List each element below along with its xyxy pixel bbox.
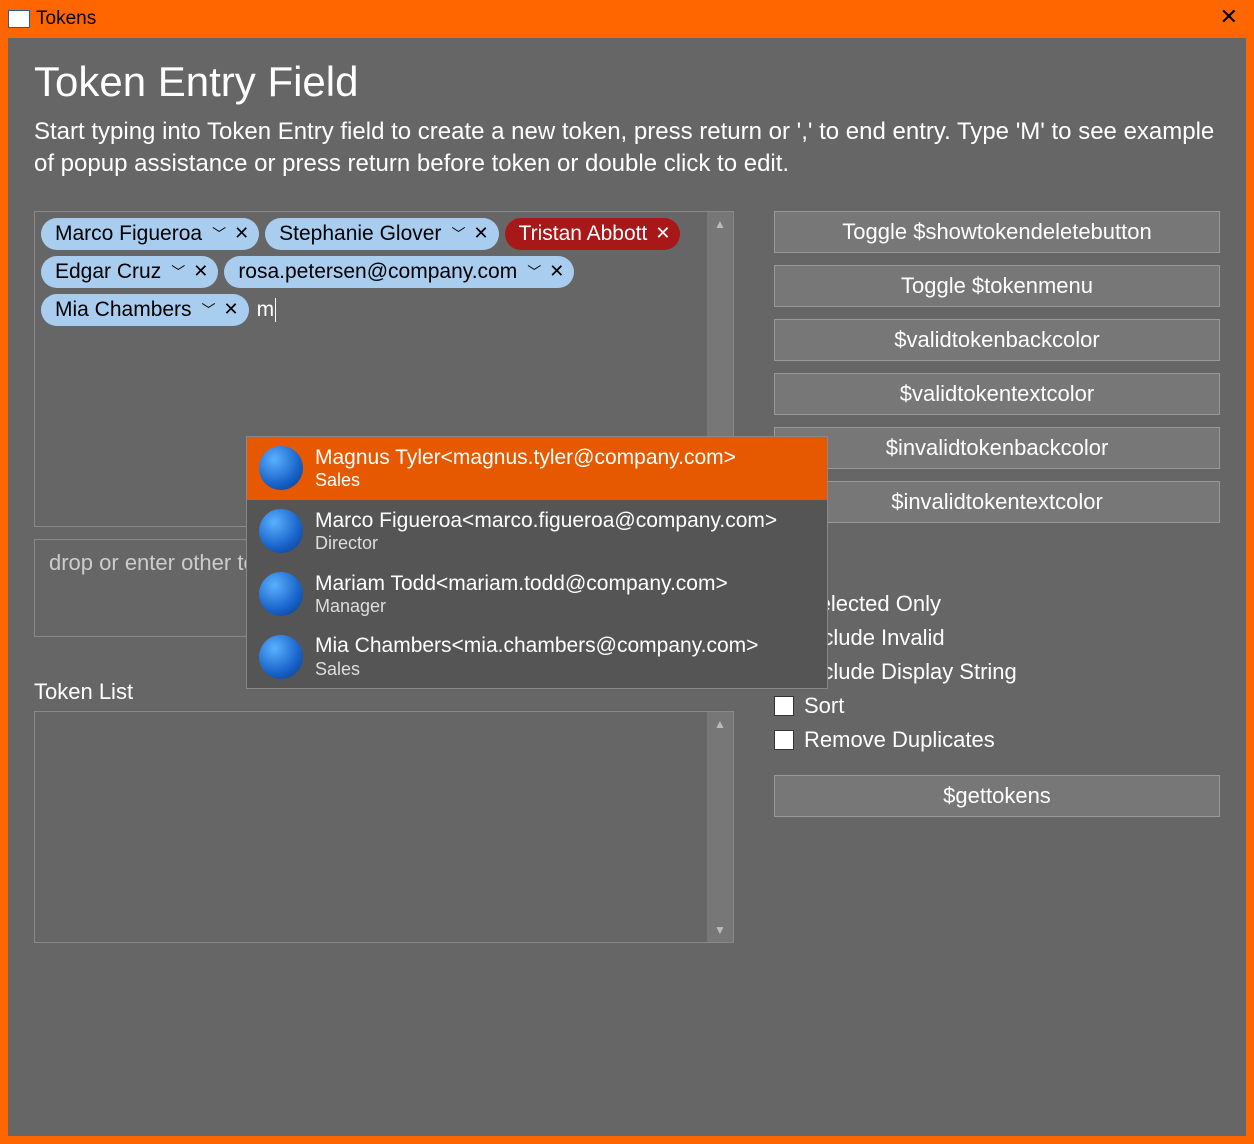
close-icon[interactable]: ✕: [549, 261, 564, 282]
text-cursor: [275, 298, 276, 322]
invalid-backcolor-button[interactable]: $invalidtokenbackcolor: [774, 427, 1220, 469]
option-include-invalid[interactable]: ✓ Include Invalid: [774, 625, 1220, 651]
valid-backcolor-button[interactable]: $validtokenbackcolor: [774, 319, 1220, 361]
close-icon[interactable]: ✕: [473, 223, 488, 244]
chevron-down-icon[interactable]: ﹀: [171, 262, 185, 282]
token-valid[interactable]: Mia Chambers ﹀ ✕: [41, 294, 249, 326]
token-label: rosa.petersen@company.com: [238, 260, 517, 284]
scroll-up-icon[interactable]: ▲: [707, 712, 733, 736]
token-label: Stephanie Glover: [279, 222, 441, 246]
autocomplete-item-role: Sales: [315, 470, 736, 492]
scroll-down-icon[interactable]: ▼: [707, 918, 733, 942]
token-label: Tristan Abbott: [519, 222, 648, 246]
invalid-textcolor-button[interactable]: $invalidtokentextcolor: [774, 481, 1220, 523]
close-icon[interactable]: ✕: [655, 223, 670, 244]
close-icon[interactable]: ✕: [193, 261, 208, 282]
option-label: Sort: [804, 693, 844, 719]
autocomplete-popup[interactable]: Magnus Tyler<magnus.tyler@company.com>Sa…: [246, 436, 828, 689]
window-frame: Tokens ✕ Token Entry Field Start typing …: [0, 0, 1254, 1144]
autocomplete-item[interactable]: Mia Chambers<mia.chambers@company.com>Sa…: [247, 625, 827, 688]
chevron-down-icon[interactable]: ﹀: [451, 224, 465, 244]
page-title: Token Entry Field: [34, 58, 1220, 106]
option-remove-duplicates[interactable]: Remove Duplicates: [774, 727, 1220, 753]
toggle-delete-button[interactable]: Toggle $showtokendeletebutton: [774, 211, 1220, 253]
autocomplete-item-name: Mariam Todd<mariam.todd@company.com>: [315, 571, 728, 596]
token-label: Edgar Cruz: [55, 260, 161, 284]
token-list-area[interactable]: ▲ ▼: [34, 711, 734, 943]
autocomplete-item-name: Marco Figueroa<marco.figueroa@company.co…: [315, 508, 777, 533]
option-selected-only[interactable]: Selected Only: [774, 591, 1220, 617]
token-valid[interactable]: rosa.petersen@company.com ﹀ ✕: [224, 256, 574, 288]
window-title: Tokens: [36, 8, 96, 30]
option-label: Remove Duplicates: [804, 727, 995, 753]
checkbox[interactable]: [774, 696, 794, 716]
autocomplete-item-name: Mia Chambers<mia.chambers@company.com>: [315, 633, 758, 658]
content-area: Token Entry Field Start typing into Toke…: [8, 38, 1246, 1136]
page-description: Start typing into Token Entry field to c…: [34, 116, 1220, 181]
avatar: [259, 635, 303, 679]
scrollbar[interactable]: ▲ ▼: [707, 712, 733, 942]
checkbox[interactable]: [774, 730, 794, 750]
scroll-up-icon[interactable]: ▲: [707, 212, 733, 236]
token-invalid[interactable]: Tristan Abbott ✕: [505, 218, 681, 250]
close-icon[interactable]: ✕: [234, 223, 249, 244]
autocomplete-item-role: Sales: [315, 659, 758, 681]
autocomplete-item-name: Magnus Tyler<magnus.tyler@company.com>: [315, 445, 736, 470]
token-label: Marco Figueroa: [55, 222, 202, 246]
option-include-display-string[interactable]: Include Display String: [774, 659, 1220, 685]
close-icon[interactable]: ✕: [224, 299, 239, 320]
toggle-menu-button[interactable]: Toggle $tokenmenu: [774, 265, 1220, 307]
chevron-down-icon[interactable]: ﹀: [527, 262, 541, 282]
options-panel: Selected Only ✓ Include Invalid Include …: [774, 591, 1220, 817]
avatar: [259, 572, 303, 616]
autocomplete-item[interactable]: Marco Figueroa<marco.figueroa@company.co…: [247, 500, 827, 563]
token-label: Mia Chambers: [55, 298, 192, 322]
avatar: [259, 446, 303, 490]
avatar: [259, 509, 303, 553]
valid-textcolor-button[interactable]: $validtokentextcolor: [774, 373, 1220, 415]
titlebar[interactable]: Tokens ✕: [0, 0, 1254, 38]
token-valid[interactable]: Marco Figueroa ﹀ ✕: [41, 218, 259, 250]
gettokens-button[interactable]: $gettokens: [774, 775, 1220, 817]
token-entry-input[interactable]: m: [255, 294, 277, 326]
autocomplete-item[interactable]: Mariam Todd<mariam.todd@company.com>Mana…: [247, 563, 827, 626]
app-icon: [8, 10, 30, 28]
token-valid[interactable]: Stephanie Glover ﹀ ✕: [265, 218, 498, 250]
option-label: Include Display String: [804, 659, 1017, 685]
chevron-down-icon[interactable]: ﹀: [202, 300, 216, 320]
token-valid[interactable]: Edgar Cruz ﹀ ✕: [41, 256, 218, 288]
option-sort[interactable]: Sort: [774, 693, 1220, 719]
autocomplete-item-role: Manager: [315, 596, 728, 618]
autocomplete-item[interactable]: Magnus Tyler<magnus.tyler@company.com>Sa…: [247, 437, 827, 500]
close-icon[interactable]: ✕: [1220, 6, 1238, 28]
chevron-down-icon[interactable]: ﹀: [212, 224, 226, 244]
autocomplete-item-role: Director: [315, 533, 777, 555]
